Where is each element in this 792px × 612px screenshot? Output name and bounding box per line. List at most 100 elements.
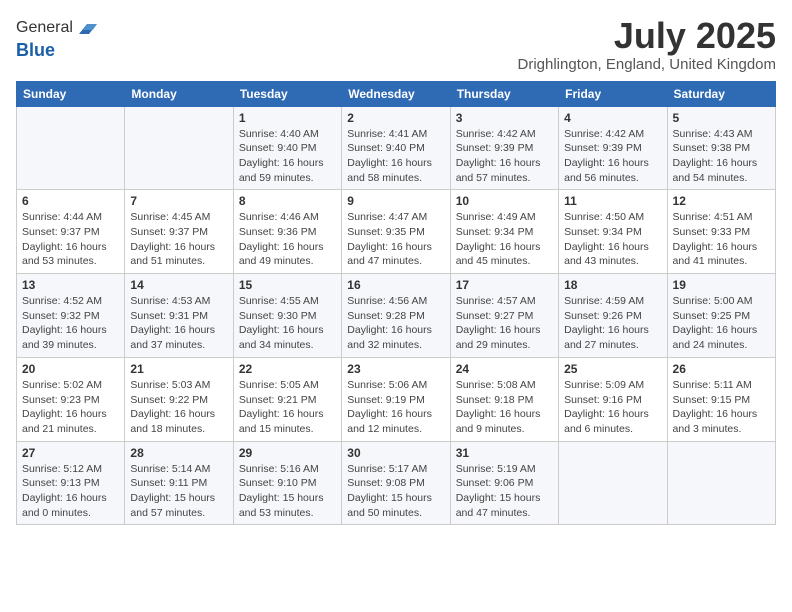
day-number: 13 bbox=[22, 278, 119, 292]
day-info: Sunrise: 4:50 AM Sunset: 9:34 PM Dayligh… bbox=[564, 210, 661, 269]
calendar-cell: 2 Sunrise: 4:41 AM Sunset: 9:40 PM Daylig… bbox=[342, 106, 450, 190]
calendar-cell: 1Sunrise: 4:40 AM Sunset: 9:40 PM Daylig… bbox=[233, 106, 341, 190]
location: Drighlington, England, United Kingdom bbox=[518, 56, 777, 73]
day-info: Sunrise: 4:43 AM Sunset: 9:38 PM Dayligh… bbox=[673, 127, 770, 186]
day-header-saturday: Saturday bbox=[667, 81, 775, 106]
day-info: Sunrise: 5:05 AM Sunset: 9:21 PM Dayligh… bbox=[239, 378, 336, 437]
day-number: 27 bbox=[22, 446, 119, 460]
week-row-3: 13 Sunrise: 4:52 AM Sunset: 9:32 PM Dayli… bbox=[17, 274, 776, 358]
day-number: 3 bbox=[456, 111, 553, 125]
day-number: 31 bbox=[456, 446, 553, 460]
day-info: Sunrise: 4:42 AM Sunset: 9:39 PM Dayligh… bbox=[456, 127, 553, 186]
calendar-cell: 16 Sunrise: 4:56 AM Sunset: 9:28 PM Dayli… bbox=[342, 274, 450, 358]
calendar-cell bbox=[17, 106, 125, 190]
day-info: Sunrise: 5:11 AM Sunset: 9:15 PM Dayligh… bbox=[673, 378, 770, 437]
day-number: 20 bbox=[22, 362, 119, 376]
day-number: 8 bbox=[239, 194, 336, 208]
day-number: 14 bbox=[130, 278, 227, 292]
calendar-cell: 7Sunrise: 4:45 AM Sunset: 9:37 PM Daylig… bbox=[125, 190, 233, 274]
day-info: Sunrise: 5:03 AM Sunset: 9:22 PM Dayligh… bbox=[130, 378, 227, 437]
day-number: 19 bbox=[673, 278, 770, 292]
calendar-cell: 11 Sunrise: 4:50 AM Sunset: 9:34 PM Dayli… bbox=[559, 190, 667, 274]
day-header-sunday: Sunday bbox=[17, 81, 125, 106]
day-number: 17 bbox=[456, 278, 553, 292]
day-info: Sunrise: 4:55 AM Sunset: 9:30 PM Dayligh… bbox=[239, 294, 336, 353]
day-number: 4 bbox=[564, 111, 661, 125]
day-number: 23 bbox=[347, 362, 444, 376]
logo: General Blue bbox=[16, 16, 99, 61]
day-number: 15 bbox=[239, 278, 336, 292]
day-info: Sunrise: 4:49 AM Sunset: 9:34 PM Dayligh… bbox=[456, 210, 553, 269]
week-row-4: 20Sunrise: 5:02 AM Sunset: 9:23 PM Dayli… bbox=[17, 357, 776, 441]
calendar-cell: 17 Sunrise: 4:57 AM Sunset: 9:27 PM Dayli… bbox=[450, 274, 558, 358]
day-info: Sunrise: 5:16 AM Sunset: 9:10 PM Dayligh… bbox=[239, 462, 336, 521]
calendar-cell bbox=[667, 441, 775, 525]
day-number: 9 bbox=[347, 194, 444, 208]
calendar-cell: 21 Sunrise: 5:03 AM Sunset: 9:22 PM Dayli… bbox=[125, 357, 233, 441]
calendar-cell: 15 Sunrise: 4:55 AM Sunset: 9:30 PM Dayli… bbox=[233, 274, 341, 358]
calendar-cell: 29 Sunrise: 5:16 AM Sunset: 9:10 PM Dayli… bbox=[233, 441, 341, 525]
day-number: 21 bbox=[130, 362, 227, 376]
day-info: Sunrise: 5:17 AM Sunset: 9:08 PM Dayligh… bbox=[347, 462, 444, 521]
calendar-cell: 30 Sunrise: 5:17 AM Sunset: 9:08 PM Dayli… bbox=[342, 441, 450, 525]
day-number: 2 bbox=[347, 111, 444, 125]
day-number: 1 bbox=[239, 111, 336, 125]
day-number: 29 bbox=[239, 446, 336, 460]
day-header-wednesday: Wednesday bbox=[342, 81, 450, 106]
day-number: 6 bbox=[22, 194, 119, 208]
month-title: July 2025 bbox=[518, 16, 777, 56]
calendar-cell: 19 Sunrise: 5:00 AM Sunset: 9:25 PM Dayli… bbox=[667, 274, 775, 358]
day-info: Sunrise: 4:53 AM Sunset: 9:31 PM Dayligh… bbox=[130, 294, 227, 353]
calendar-cell bbox=[559, 441, 667, 525]
days-header-row: SundayMondayTuesdayWednesdayThursdayFrid… bbox=[17, 81, 776, 106]
day-info: Sunrise: 4:41 AM Sunset: 9:40 PM Dayligh… bbox=[347, 127, 444, 186]
day-info: Sunrise: 5:00 AM Sunset: 9:25 PM Dayligh… bbox=[673, 294, 770, 353]
day-info: Sunrise: 4:57 AM Sunset: 9:27 PM Dayligh… bbox=[456, 294, 553, 353]
week-row-5: 27 Sunrise: 5:12 AM Sunset: 9:13 PM Dayli… bbox=[17, 441, 776, 525]
calendar-cell: 18Sunrise: 4:59 AM Sunset: 9:26 PM Dayli… bbox=[559, 274, 667, 358]
day-number: 28 bbox=[130, 446, 227, 460]
title-area: July 2025 Drighlington, England, United … bbox=[518, 16, 777, 73]
week-row-2: 6Sunrise: 4:44 AM Sunset: 9:37 PM Daylig… bbox=[17, 190, 776, 274]
day-number: 12 bbox=[673, 194, 770, 208]
week-row-1: 1Sunrise: 4:40 AM Sunset: 9:40 PM Daylig… bbox=[17, 106, 776, 190]
day-header-thursday: Thursday bbox=[450, 81, 558, 106]
day-info: Sunrise: 4:45 AM Sunset: 9:37 PM Dayligh… bbox=[130, 210, 227, 269]
day-info: Sunrise: 5:19 AM Sunset: 9:06 PM Dayligh… bbox=[456, 462, 553, 521]
day-info: Sunrise: 5:14 AM Sunset: 9:11 PM Dayligh… bbox=[130, 462, 227, 521]
day-info: Sunrise: 5:08 AM Sunset: 9:18 PM Dayligh… bbox=[456, 378, 553, 437]
day-info: Sunrise: 4:46 AM Sunset: 9:36 PM Dayligh… bbox=[239, 210, 336, 269]
day-number: 30 bbox=[347, 446, 444, 460]
calendar-cell: 14 Sunrise: 4:53 AM Sunset: 9:31 PM Dayli… bbox=[125, 274, 233, 358]
calendar-table: SundayMondayTuesdayWednesdayThursdayFrid… bbox=[16, 81, 776, 526]
calendar-cell: 31 Sunrise: 5:19 AM Sunset: 9:06 PM Dayli… bbox=[450, 441, 558, 525]
calendar-cell: 6Sunrise: 4:44 AM Sunset: 9:37 PM Daylig… bbox=[17, 190, 125, 274]
header: General Blue July 2025 Drighlington, Eng… bbox=[16, 16, 776, 73]
calendar-cell: 5Sunrise: 4:43 AM Sunset: 9:38 PM Daylig… bbox=[667, 106, 775, 190]
day-info: Sunrise: 5:09 AM Sunset: 9:16 PM Dayligh… bbox=[564, 378, 661, 437]
day-number: 18 bbox=[564, 278, 661, 292]
calendar-cell: 9Sunrise: 4:47 AM Sunset: 9:35 PM Daylig… bbox=[342, 190, 450, 274]
calendar-cell: 23 Sunrise: 5:06 AM Sunset: 9:19 PM Dayli… bbox=[342, 357, 450, 441]
day-info: Sunrise: 5:12 AM Sunset: 9:13 PM Dayligh… bbox=[22, 462, 119, 521]
calendar-cell: 13 Sunrise: 4:52 AM Sunset: 9:32 PM Dayli… bbox=[17, 274, 125, 358]
calendar-cell bbox=[125, 106, 233, 190]
day-number: 26 bbox=[673, 362, 770, 376]
day-info: Sunrise: 4:42 AM Sunset: 9:39 PM Dayligh… bbox=[564, 127, 661, 186]
day-number: 25 bbox=[564, 362, 661, 376]
calendar-cell: 3 Sunrise: 4:42 AM Sunset: 9:39 PM Daylig… bbox=[450, 106, 558, 190]
day-number: 16 bbox=[347, 278, 444, 292]
calendar-cell: 10Sunrise: 4:49 AM Sunset: 9:34 PM Dayli… bbox=[450, 190, 558, 274]
day-info: Sunrise: 4:52 AM Sunset: 9:32 PM Dayligh… bbox=[22, 294, 119, 353]
calendar-cell: 25 Sunrise: 5:09 AM Sunset: 9:16 PM Dayli… bbox=[559, 357, 667, 441]
day-number: 11 bbox=[564, 194, 661, 208]
day-info: Sunrise: 4:56 AM Sunset: 9:28 PM Dayligh… bbox=[347, 294, 444, 353]
day-number: 22 bbox=[239, 362, 336, 376]
day-info: Sunrise: 5:06 AM Sunset: 9:19 PM Dayligh… bbox=[347, 378, 444, 437]
logo-icon bbox=[75, 16, 99, 40]
calendar-cell: 20Sunrise: 5:02 AM Sunset: 9:23 PM Dayli… bbox=[17, 357, 125, 441]
calendar-cell: 24 Sunrise: 5:08 AM Sunset: 9:18 PM Dayli… bbox=[450, 357, 558, 441]
calendar-cell: 28 Sunrise: 5:14 AM Sunset: 9:11 PM Dayli… bbox=[125, 441, 233, 525]
day-number: 24 bbox=[456, 362, 553, 376]
logo-blue-text: Blue bbox=[16, 40, 99, 61]
